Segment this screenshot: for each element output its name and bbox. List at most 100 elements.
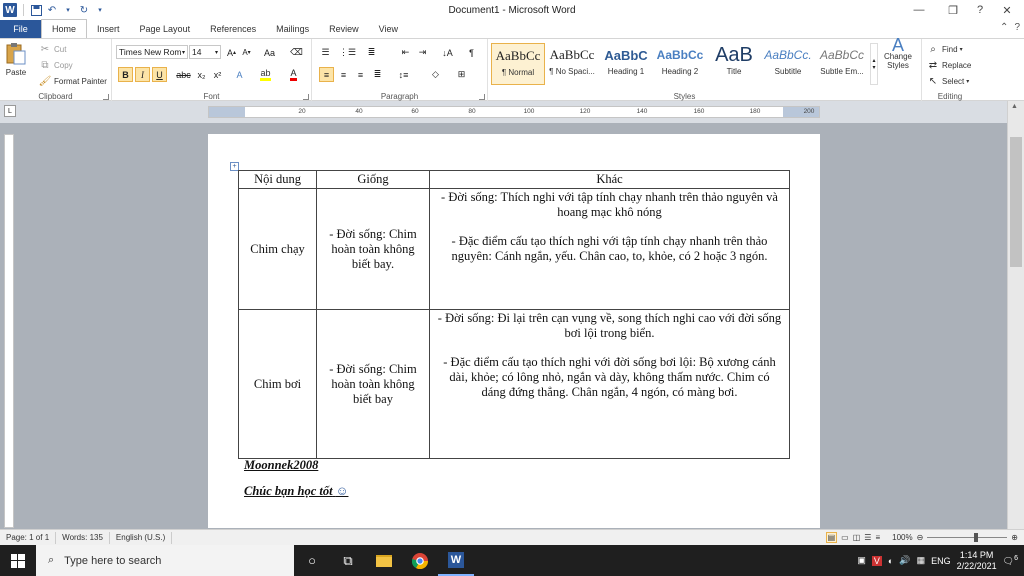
grow-font-icon[interactable]: A ▴ xyxy=(224,45,239,60)
outline-icon[interactable]: ☰ xyxy=(864,533,871,542)
italic-button[interactable]: I xyxy=(135,67,150,82)
web-layout-icon[interactable]: ◫ xyxy=(853,533,861,542)
style-normal[interactable]: AaBbCc ¶ Normal xyxy=(491,43,545,85)
multilevel-list-icon[interactable]: ≣ xyxy=(364,45,379,60)
font-color-icon[interactable]: A xyxy=(286,67,301,82)
header-cell[interactable]: Khác xyxy=(429,170,790,189)
horizontal-ruler[interactable]: 20 40 60 80 100 120 140 160 180 200 xyxy=(208,106,820,118)
tray-app-icon[interactable]: ▣ xyxy=(857,555,866,566)
save-icon[interactable] xyxy=(30,4,42,16)
customize-qat-icon[interactable]: ▾ xyxy=(94,4,106,16)
cortana-icon[interactable]: ○ xyxy=(294,545,330,576)
tab-insert[interactable]: Insert xyxy=(87,20,130,38)
zoom-slider[interactable] xyxy=(927,533,1008,542)
zoom-out-icon[interactable]: ⊖ xyxy=(917,533,924,542)
word-taskbar-icon[interactable]: W xyxy=(438,545,474,576)
notifications-icon[interactable]: 🗨6 xyxy=(1003,555,1018,567)
input-language[interactable]: ENG xyxy=(931,556,951,566)
align-left-icon[interactable]: ≡ xyxy=(319,67,334,82)
increase-indent-icon[interactable]: ⇥ xyxy=(415,45,430,60)
cut-button[interactable]: ✂ Cut xyxy=(38,42,67,56)
clock[interactable]: 1:14 PM 2/22/2021 xyxy=(957,550,997,572)
subscript-icon[interactable]: x₂ xyxy=(194,67,209,82)
borders-icon[interactable]: ⊞ xyxy=(454,67,469,82)
collapse-ribbon-icon[interactable]: ⌃ xyxy=(1000,22,1008,33)
taskbar-search[interactable]: ⌕ Type here to search xyxy=(36,545,294,576)
numbering-icon[interactable]: ⋮☰ xyxy=(339,45,356,60)
clipboard-launcher[interactable] xyxy=(103,94,109,100)
windows-start-icon[interactable] xyxy=(0,545,36,576)
font-launcher[interactable] xyxy=(303,94,309,100)
style-no-spacing[interactable]: AaBbCc ¶ No Spaci... xyxy=(545,43,599,85)
chrome-icon[interactable] xyxy=(402,545,438,576)
restore-button[interactable]: ❐ xyxy=(936,0,970,20)
file-explorer-icon[interactable] xyxy=(366,545,402,576)
word-app-icon[interactable]: W xyxy=(3,3,17,17)
font-size-select[interactable]: 14 ▾ xyxy=(189,45,221,59)
paragraph-launcher[interactable] xyxy=(479,94,485,100)
author-signature[interactable]: Moonnek2008 xyxy=(244,458,318,473)
clear-formatting-icon[interactable]: ⌫ xyxy=(289,45,304,60)
tab-selector-icon[interactable]: L xyxy=(4,105,16,117)
row-name-cell[interactable]: Chim bơi xyxy=(238,309,317,459)
zoom-slider-thumb[interactable] xyxy=(974,533,979,542)
minimize-button[interactable]: — xyxy=(902,0,936,20)
style-heading-1[interactable]: AaBbC Heading 1 xyxy=(599,43,653,85)
strikethrough-icon[interactable]: abc xyxy=(176,67,191,82)
header-cell[interactable]: Giống xyxy=(316,170,430,189)
text-effects-icon[interactable]: A xyxy=(232,67,247,82)
font-family-select[interactable]: Times New Rom ▾ xyxy=(116,45,188,59)
dropdown-icon[interactable]: ▾ xyxy=(62,4,74,16)
same-cell[interactable]: - Đời sống: Chim hoàn toàn không biết ba… xyxy=(316,188,430,310)
zoom-level[interactable]: 100% xyxy=(892,533,912,542)
format-painter-button[interactable]: 🖌 Format Painter xyxy=(38,74,107,88)
find-button[interactable]: ⌕ Find ▾ xyxy=(926,42,962,56)
shading-icon[interactable]: ◇ xyxy=(428,67,443,82)
tray-app-icon[interactable]: ◐ xyxy=(888,556,893,566)
change-case-icon[interactable]: Aa xyxy=(262,45,277,60)
full-screen-icon[interactable]: ▭ xyxy=(841,533,849,542)
tab-file[interactable]: File xyxy=(0,20,41,38)
change-styles-button[interactable]: A Change Styles xyxy=(881,36,915,70)
style-subtitle[interactable]: AaBbCc. Subtitle xyxy=(761,43,815,85)
underline-button[interactable]: U xyxy=(152,67,167,82)
volume-icon[interactable]: 🔊 xyxy=(899,555,910,566)
header-cell[interactable]: Nội dung xyxy=(238,170,317,189)
line-spacing-icon[interactable]: ↕≡ xyxy=(396,67,411,82)
diff-cell[interactable]: - Đời sống: Đi lại trên cạn vụng về, son… xyxy=(429,309,790,459)
vertical-ruler[interactable] xyxy=(4,134,14,528)
align-center-icon[interactable]: ≡ xyxy=(336,67,351,82)
help-icon[interactable]: ? xyxy=(970,0,990,20)
tab-view[interactable]: View xyxy=(369,20,408,38)
language-indicator[interactable]: English (U.S.) xyxy=(110,531,173,544)
pilcrow-icon[interactable]: ¶ xyxy=(464,45,479,60)
document-page[interactable]: + Nội dung Giống Khác Chim chạy - Đời số… xyxy=(208,134,820,528)
tray-app-icon[interactable]: V xyxy=(871,555,882,566)
comparison-table[interactable]: Nội dung Giống Khác Chim chạy - Đời sống… xyxy=(238,170,790,459)
diff-cell[interactable]: - Đời sống: Thích nghi với tập tính chạy… xyxy=(429,188,790,310)
style-heading-2[interactable]: AaBbCc Heading 2 xyxy=(653,43,707,85)
tab-page-layout[interactable]: Page Layout xyxy=(130,20,201,38)
tab-mailings[interactable]: Mailings xyxy=(266,20,319,38)
help-icon[interactable]: ? xyxy=(1014,22,1020,33)
highlight-icon[interactable]: ab xyxy=(258,67,273,82)
tab-references[interactable]: References xyxy=(200,20,266,38)
replace-button[interactable]: ⇄ Replace xyxy=(926,58,972,72)
vertical-scrollbar[interactable]: ▲ xyxy=(1007,101,1024,529)
task-view-icon[interactable]: ⧉ xyxy=(330,545,366,576)
tab-home[interactable]: Home xyxy=(41,19,88,38)
styles-scroll-icon[interactable]: ▴ ▾ xyxy=(870,43,878,85)
network-icon[interactable]: ▦ xyxy=(917,555,926,566)
closing-wish[interactable]: Chúc bạn học tốt ☺ xyxy=(244,484,348,499)
row-name-cell[interactable]: Chim chạy xyxy=(238,188,317,310)
shrink-font-icon[interactable]: A ▾ xyxy=(239,45,254,60)
page-count[interactable]: Page: 1 of 1 xyxy=(0,531,57,544)
tab-review[interactable]: Review xyxy=(319,20,369,38)
decrease-indent-icon[interactable]: ⇤ xyxy=(398,45,413,60)
style-title[interactable]: AaB Title xyxy=(707,43,761,85)
scrollbar-thumb[interactable] xyxy=(1010,137,1022,267)
undo-icon[interactable]: ↶ xyxy=(46,4,58,16)
bold-button[interactable]: B xyxy=(118,67,133,82)
sort-icon[interactable]: ↓A xyxy=(440,45,455,60)
style-subtle-emphasis[interactable]: AaBbCc Subtle Em... xyxy=(815,43,869,85)
